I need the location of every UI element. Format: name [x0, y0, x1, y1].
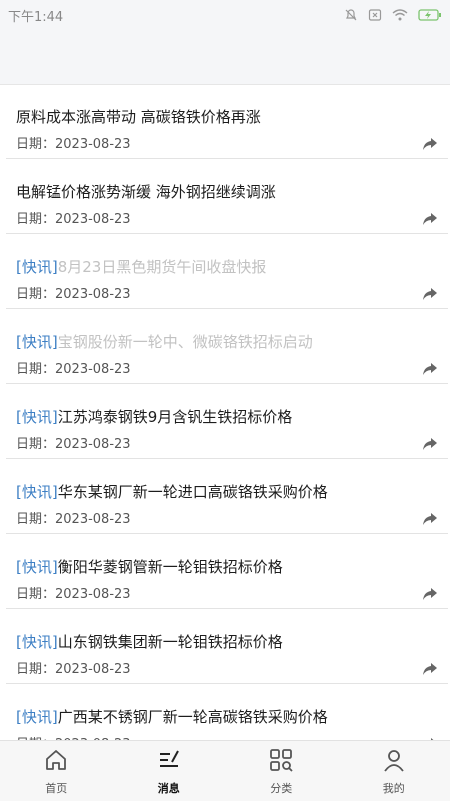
- news-title: 电解锰价格涨势渐缓 海外钢招继续调涨: [16, 181, 276, 202]
- tab-profile[interactable]: 我的: [354, 747, 434, 796]
- news-date: 日期：2023-08-23: [16, 212, 131, 227]
- news-title: [快讯]广西某不锈钢厂新一轮高碳铬铁采购价格: [16, 706, 328, 727]
- tab-news-label: 消息: [157, 781, 180, 795]
- news-date: 日期：2023-08-23: [16, 287, 131, 302]
- home-icon: [43, 747, 69, 777]
- news-item[interactable]: 电解锰价格涨势渐缓 海外钢招继续调涨 日期：2023-08-23: [6, 159, 448, 234]
- share-icon[interactable]: [422, 586, 438, 600]
- news-item[interactable]: [快讯]8月23日黑色期货午间收盘快报日期：2023-08-23: [6, 234, 448, 309]
- tab-home-label: 首页: [45, 781, 68, 795]
- share-icon[interactable]: [422, 211, 438, 225]
- news-date: 日期：2023-08-23: [16, 362, 131, 377]
- news-tag: [快讯]: [16, 558, 58, 576]
- wifi-icon: [392, 8, 408, 22]
- news-item[interactable]: [快讯]山东钢铁集团新一轮钼铁招标价格日期：2023-08-23: [6, 609, 448, 684]
- news-tag: [快讯]: [16, 708, 58, 726]
- tab-category[interactable]: 分类: [241, 747, 321, 796]
- news-icon: [156, 747, 182, 777]
- news-title-text: 华东某钢厂新一轮进口高碳铬铁采购价格: [57, 483, 328, 501]
- news-tag: [快讯]: [16, 633, 58, 651]
- news-title-text: 8月23日黑色期货午间收盘快报: [57, 258, 267, 276]
- tab-category-label: 分类: [270, 781, 293, 795]
- mute-bell-icon: [344, 8, 358, 22]
- share-icon[interactable]: [422, 286, 438, 300]
- news-item[interactable]: [快讯]衡阳华菱钢管新一轮钼铁招标价格日期：2023-08-23: [6, 534, 448, 609]
- news-title-text: 电解锰价格涨势渐缓 海外钢招继续调涨: [16, 183, 276, 201]
- news-tag: [快讯]: [16, 483, 58, 501]
- news-item[interactable]: [快讯]江苏鸿泰钢铁9月含钒生铁招标价格日期：2023-08-23: [6, 384, 448, 459]
- news-item[interactable]: [快讯]广西某不锈钢厂新一轮高碳铬铁采购价格日期：2023-08-23: [6, 684, 448, 740]
- news-title: [快讯]华东某钢厂新一轮进口高碳铬铁采购价格: [16, 481, 328, 502]
- share-icon[interactable]: [422, 436, 438, 450]
- news-title: [快讯]山东钢铁集团新一轮钼铁招标价格: [16, 631, 283, 652]
- news-date: 日期：2023-08-23: [16, 587, 131, 602]
- profile-icon: [381, 747, 407, 777]
- news-title-text: 江苏鸿泰钢铁9月含钒生铁招标价格: [57, 408, 293, 426]
- news-date: 日期：2023-08-23: [16, 662, 131, 677]
- tab-news[interactable]: 消息: [129, 747, 209, 796]
- tab-profile-label: 我的: [382, 781, 405, 795]
- share-icon[interactable]: [422, 136, 438, 150]
- status-time: 下午1:44: [8, 9, 64, 25]
- news-tag: [快讯]: [16, 333, 58, 351]
- tab-home[interactable]: 首页: [16, 747, 96, 796]
- news-title-text: 原料成本涨高带动 高碳铬铁价格再涨: [16, 108, 261, 126]
- news-title: [快讯]8月23日黑色期货午间收盘快报: [16, 256, 266, 277]
- sim-off-icon: [368, 8, 382, 22]
- news-date: 日期：2023-08-23: [16, 512, 131, 527]
- news-item[interactable]: [快讯]华东某钢厂新一轮进口高碳铬铁采购价格日期：2023-08-23: [6, 459, 448, 534]
- news-item[interactable]: 原料成本涨高带动 高碳铬铁价格再涨 日期：2023-08-23: [6, 84, 448, 159]
- news-title: [快讯]江苏鸿泰钢铁9月含钒生铁招标价格: [16, 406, 292, 427]
- news-title-text: 宝钢股份新一轮中、微碳铬铁招标启动: [57, 333, 313, 351]
- category-icon: [268, 747, 294, 777]
- news-tag: [快讯]: [16, 258, 58, 276]
- status-bar: 下午1:44: [0, 0, 450, 30]
- news-title: [快讯]衡阳华菱钢管新一轮钼铁招标价格: [16, 556, 283, 577]
- news-date: 日期：2023-08-23: [16, 733, 131, 740]
- news-date: 日期：2023-08-23: [16, 137, 131, 152]
- share-icon[interactable]: [422, 511, 438, 525]
- bottom-tab-bar: 首页 消息 分类 我的: [0, 740, 450, 801]
- news-title-text: 广西某不锈钢厂新一轮高碳铬铁采购价格: [57, 708, 328, 726]
- news-title-text: 山东钢铁集团新一轮钼铁招标价格: [57, 633, 283, 651]
- share-icon[interactable]: [422, 661, 438, 675]
- news-title-text: 衡阳华菱钢管新一轮钼铁招标价格: [57, 558, 283, 576]
- battery-charging-icon: [418, 8, 442, 22]
- news-tag: [快讯]: [16, 408, 58, 426]
- news-list[interactable]: 原料成本涨高带动 高碳铬铁价格再涨 日期：2023-08-23 电解锰价格涨势渐缓 …: [0, 84, 450, 740]
- news-title: 原料成本涨高带动 高碳铬铁价格再涨: [16, 106, 261, 127]
- share-icon[interactable]: [422, 361, 438, 375]
- status-icons: [344, 8, 442, 22]
- news-date: 日期：2023-08-23: [16, 437, 131, 452]
- header-area: [0, 30, 450, 85]
- news-title: [快讯]宝钢股份新一轮中、微碳铬铁招标启动: [16, 331, 313, 352]
- news-item[interactable]: [快讯]宝钢股份新一轮中、微碳铬铁招标启动日期：2023-08-23: [6, 309, 448, 384]
